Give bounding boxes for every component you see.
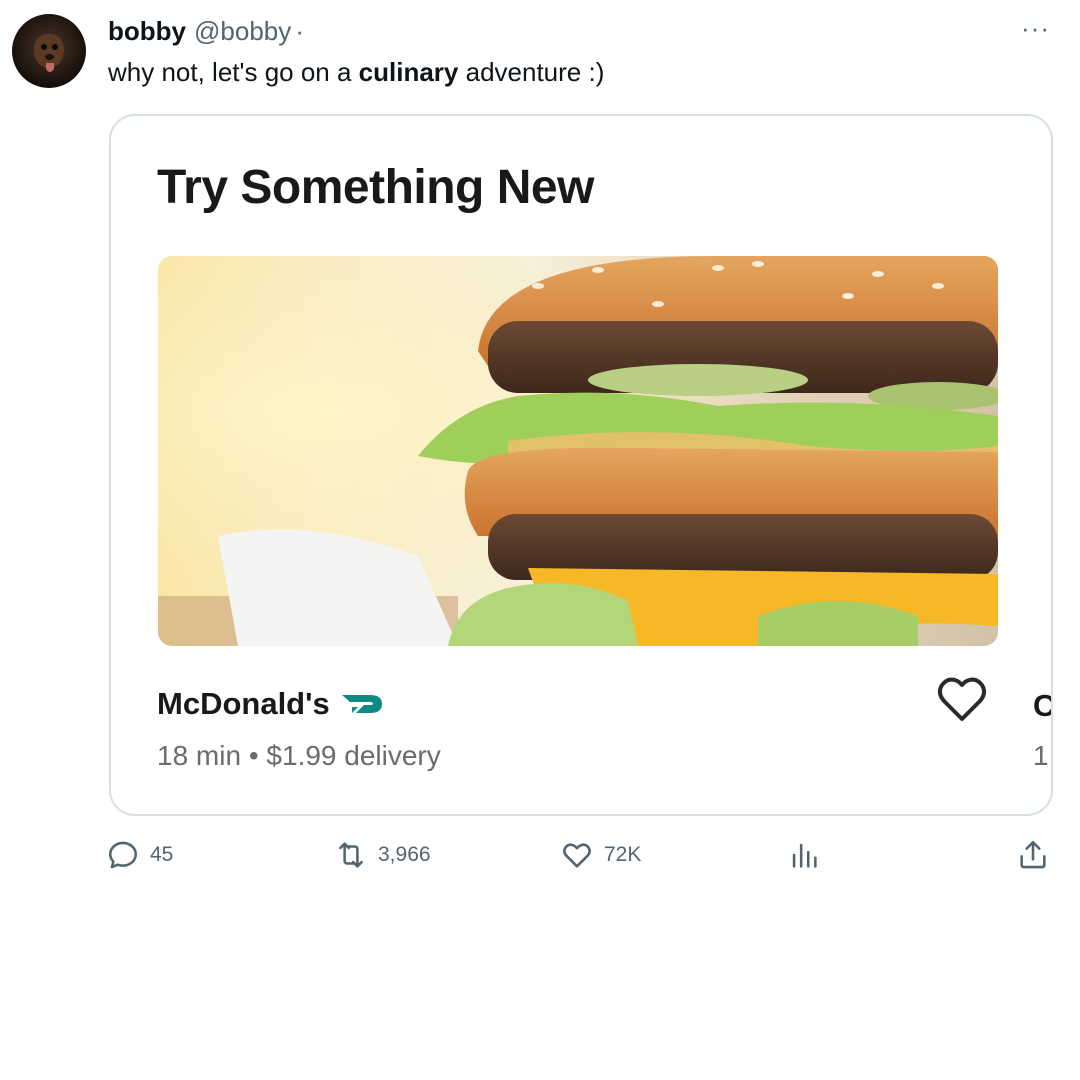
like-button[interactable]: 72K — [560, 838, 641, 872]
header-separator: · — [295, 16, 304, 46]
retweet-icon — [339, 842, 363, 868]
reply-count: 45 — [150, 843, 174, 866]
tweet-header: bobby @bobby · — [108, 16, 304, 47]
author-avatar[interactable] — [12, 14, 86, 88]
tweet-text-part: adventure :) — [458, 57, 605, 87]
delivery-time: 18 min — [157, 740, 242, 771]
views-chart-icon — [792, 843, 817, 868]
burger-illustration — [158, 256, 998, 646]
favorite-heart-icon[interactable] — [937, 676, 987, 724]
like-count: 72K — [604, 843, 642, 866]
next-card-title[interactable]: C — [1033, 688, 1051, 724]
author-handle[interactable]: @bobby — [194, 16, 291, 47]
burger-image[interactable] — [158, 256, 998, 646]
tweet-text: why not, let's go on a culinary adventur… — [108, 57, 604, 88]
media-card[interactable]: Try Something New McDonald's 18 min • $1… — [109, 114, 1053, 816]
avatar-eye — [52, 44, 58, 50]
avatar-eye — [41, 44, 47, 50]
delivery-meta: 18 min • $1.99 delivery — [157, 740, 441, 772]
author-name[interactable]: bobby — [108, 16, 186, 47]
next-card-meta: 1: — [1033, 740, 1051, 771]
share-icon — [1020, 840, 1046, 869]
card-title: Try Something New — [157, 161, 594, 214]
meta-separator: • — [248, 740, 259, 771]
retweet-button[interactable]: 3,966 — [334, 838, 431, 872]
avatar-nose — [45, 54, 54, 60]
more-options-icon[interactable]: ··· — [1021, 15, 1050, 41]
reply-button[interactable]: 45 — [106, 838, 173, 872]
reply-icon — [108, 841, 138, 869]
retweet-count: 3,966 — [378, 843, 431, 866]
like-heart-icon — [563, 843, 591, 868]
tweet-actions: 45 3,966 72K — [0, 838, 1080, 878]
tweet-text-bold: culinary — [358, 57, 459, 87]
restaurant-name: McDonald's — [157, 686, 330, 721]
dashpass-icon — [341, 695, 382, 713]
restaurant-row[interactable]: McDonald's — [157, 686, 384, 722]
delivery-fee: $1.99 delivery — [266, 740, 441, 771]
views-button[interactable] — [787, 838, 821, 872]
share-button[interactable] — [1016, 838, 1050, 872]
tweet-text-part: why not, let's go on a — [108, 57, 359, 87]
avatar-tongue — [46, 63, 54, 72]
